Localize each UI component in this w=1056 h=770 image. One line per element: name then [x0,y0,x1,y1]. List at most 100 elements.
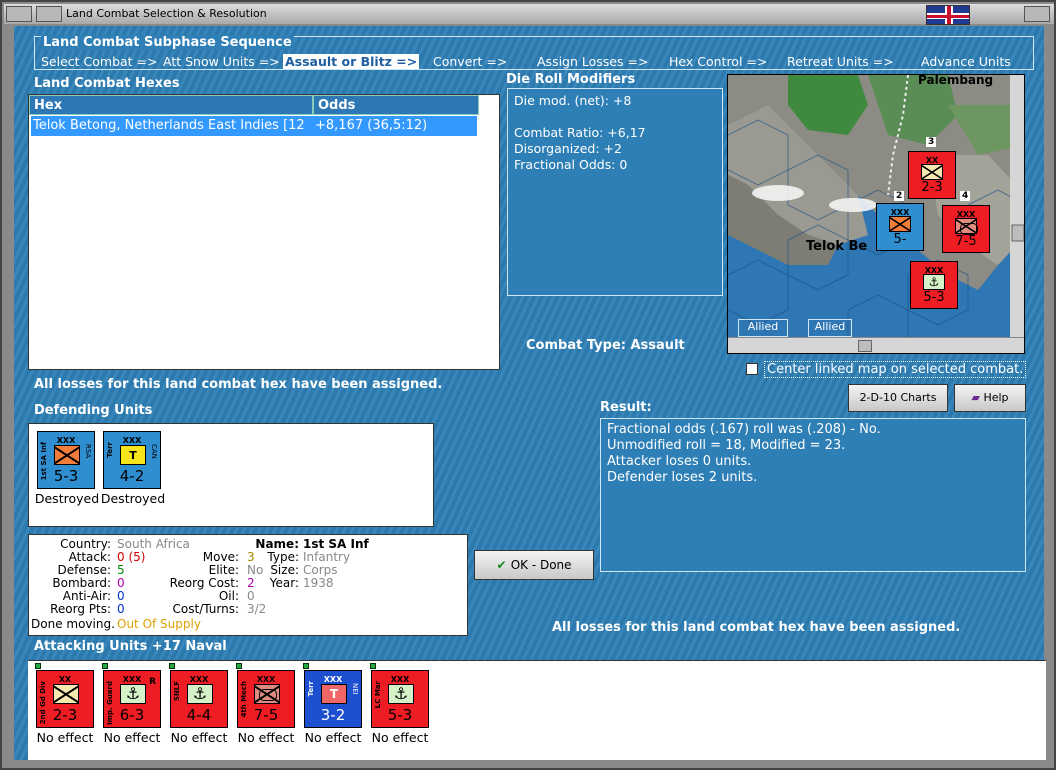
unit-value: 2-3 [52,706,78,724]
unit-nation: RSA [84,444,92,459]
anchor-symbol-icon: ⚓ [187,684,213,704]
ready-dot-icon [169,663,175,669]
map-tab-allied-1[interactable]: Allied [738,319,788,337]
table-row[interactable]: Telok Betong, Netherlands East Indies [1… [31,116,477,136]
attacking-unit-2[interactable]: XXX Imp. Guard R ⚓ 6-3 [102,663,161,728]
unit-value: 3-2 [320,706,346,724]
bombard-value: 0 [117,576,125,590]
ok-label: OK - Done [510,558,572,572]
subphase-title: Land Combat Subphase Sequence [41,35,294,50]
hexes-table: Hex Odds Telok Betong, Netherlands East … [28,94,500,370]
unit-status: Destroyed [100,491,166,506]
result-line: Attacker loses 0 units. [607,454,752,469]
close-button[interactable] [1024,6,1050,22]
unit-status: No effect [103,730,161,745]
unit-status: No effect [237,730,295,745]
attacking-title: Attacking Units +17 Naval [34,639,227,654]
map-tab-allied-2[interactable]: Allied [808,319,852,337]
map-unit-counter[interactable]: XXX 7-5 [942,205,990,253]
dieroll-title: Die Roll Modifiers [506,72,636,87]
territorial-symbol-icon: T [321,684,347,704]
infantry-symbol-icon [54,445,80,465]
supply-status: Out Of Supply [117,617,201,631]
help-book-icon: ▰ [971,391,984,404]
anchor-symbol-icon: ⚓ [923,274,945,290]
system-menu-button[interactable] [6,6,32,22]
defending-unit-2[interactable]: XXX Terr CAN T 4-2 [103,431,161,489]
step-assign-losses[interactable]: Assign Losses => [537,54,648,69]
charts-button[interactable]: 2-D-10 Charts [848,384,948,412]
name-label: Name: [255,537,299,551]
attacking-unit-6[interactable]: XXX LC Mar ⚓ 5-3 [370,663,429,728]
checkmark-icon: ✔ [496,558,511,572]
country-label: Country: [60,537,111,551]
unit-status: No effect [304,730,362,745]
minimize-button[interactable] [36,6,62,22]
window-title: Land Combat Selection & Resolution [66,7,267,20]
col-hex-header[interactable]: Hex [29,95,313,115]
defending-title: Defending Units [34,403,153,418]
unit-nation: CAN [150,444,158,459]
ok-done-button[interactable]: ✔ OK - Done [474,550,594,580]
attacking-unit-5[interactable]: XXX Terr NEI T 3-2 [303,663,362,728]
step-select-combat[interactable]: Select Combat => [41,54,158,69]
oil-label: Oil: [218,589,239,603]
cost-label: Cost/Turns: [172,602,239,616]
help-label: Help [983,391,1009,404]
mech-symbol-icon [254,684,280,704]
col-odds-header[interactable]: Odds [313,95,479,115]
dieroll-panel: Die mod. (net): +8 Combat Ratio: +6,17 D… [507,88,723,296]
result-panel: Fractional odds (.167) roll was (.208) -… [600,418,1026,572]
country-value: South Africa [117,537,190,551]
linked-map[interactable]: Palembang Telok Be XX 2-3 3 XXX 7-5 4 XX… [727,74,1025,354]
infantry-symbol-icon [889,216,911,232]
move-label: Move: [202,550,239,564]
center-map-label[interactable]: Center linked map on selected combat. [764,361,1027,378]
step-advance[interactable]: Advance Units [921,54,1011,69]
result-title: Result: [600,400,652,415]
ready-dot-icon [370,663,376,669]
antiair-label: Anti-Air: [62,589,111,603]
defending-unit-1[interactable]: XXX 1st SA Inf RSA 5-3 [37,431,95,489]
unit-value: 7-5 [955,234,977,249]
dieroll-disorg: Disorganized: +2 [514,141,622,156]
map-h-scrollbar[interactable] [728,337,1024,353]
result-line: Defender loses 2 units. [607,470,758,485]
result-line: Unmodified roll = 18, Modified = 23. [607,438,846,453]
step-retreat[interactable]: Retreat Units => [787,54,894,69]
size-value: Corps [303,563,338,577]
unit-name: SNLF [173,681,181,702]
attacking-units-panel: XX 2nd Gd Div 2-3 No effect XXX Imp. Gua… [28,660,1046,760]
map-target-unit[interactable]: XXX 5- [876,203,924,251]
dieroll-net: Die mod. (net): +8 [514,93,632,108]
step-convert[interactable]: Convert => [433,54,507,69]
oil-value: 0 [247,589,255,603]
losses-message-bottom: All losses for this land combat hex have… [552,620,961,635]
attacking-unit-4[interactable]: XXX 4th Mech 7-5 [236,663,295,728]
anchor-symbol-icon: ⚓ [120,684,146,704]
losses-message-top: All losses for this land combat hex have… [34,377,443,392]
elite-label: Elite: [208,563,239,577]
step-hex-control[interactable]: Hex Control => [669,54,767,69]
cost-value: 3/2 [247,602,267,616]
infantry-symbol-icon [921,164,943,180]
unit-status: No effect [371,730,429,745]
attacking-unit-1[interactable]: XX 2nd Gd Div 2-3 [35,663,94,728]
ready-dot-icon [35,663,41,669]
center-map-checkbox[interactable] [746,363,758,375]
dieroll-frac: Fractional Odds: 0 [514,157,628,172]
step-att-snow[interactable]: Att Snow Units => [163,54,280,69]
year-value: 1938 [303,576,334,590]
subphase-sequence: Land Combat Subphase Sequence Select Com… [34,35,1034,70]
help-button[interactable]: ▰ Help [954,384,1026,412]
map-unit-counter[interactable]: XX 2-3 [908,151,956,199]
attacking-unit-3[interactable]: XXX SNLF ⚓ 4-4 [169,663,228,728]
type-label: Type: [267,550,299,564]
dieroll-ratio: Combat Ratio: +6,17 [514,125,646,140]
map-scroll-thumb[interactable] [858,340,872,352]
step-assault-blitz[interactable]: Assault or Blitz => [283,54,420,69]
anchor-symbol-icon: ⚓ [388,684,414,704]
unit-nation: NEI [351,683,359,695]
map-unit-counter[interactable]: XXX ⚓ 5-3 [910,261,958,309]
antiair-value: 0 [117,589,125,603]
